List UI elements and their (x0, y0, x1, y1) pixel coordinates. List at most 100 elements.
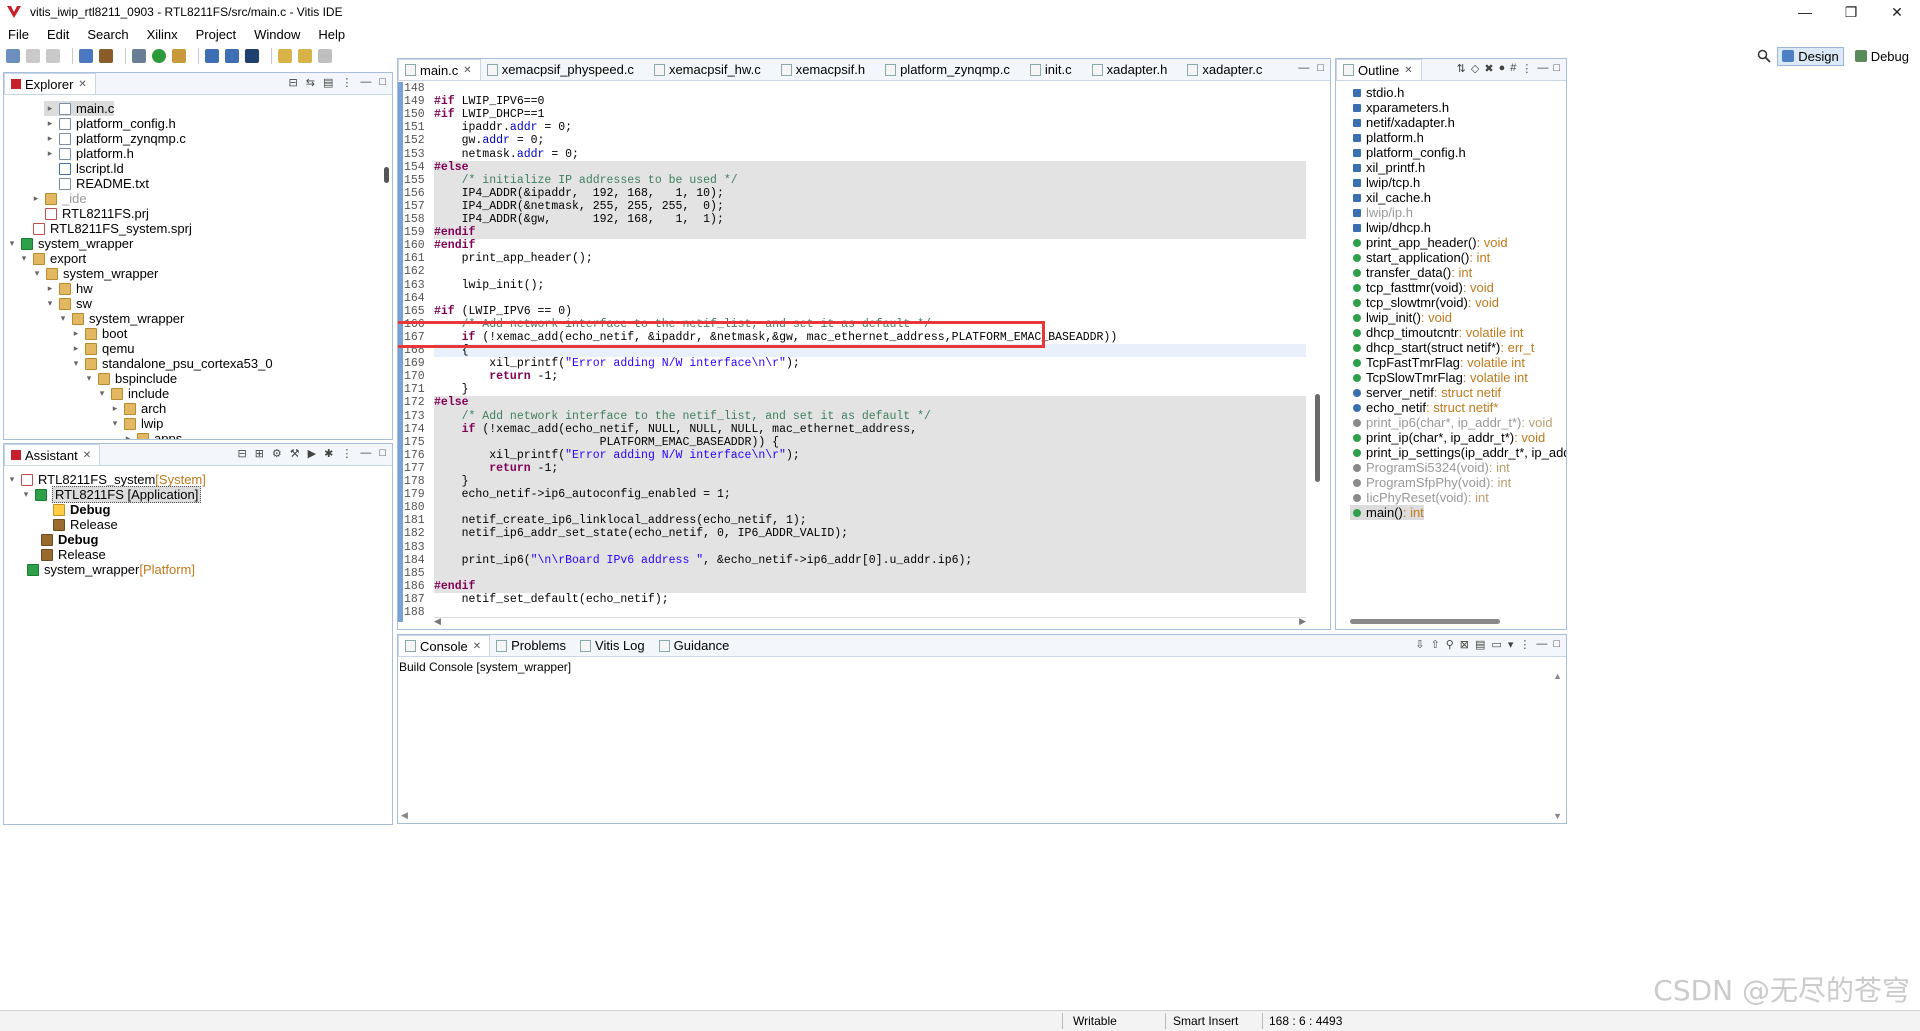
view-menu-icon[interactable]: ⋮ (1521, 62, 1532, 75)
assistant-tree-item[interactable]: Release (38, 517, 118, 532)
outline-item[interactable]: dhcp_timoutcntr : volatile int (1350, 325, 1524, 340)
save-icon[interactable] (26, 49, 40, 63)
hide-nonpublic-icon[interactable]: ● (1499, 62, 1506, 75)
code-line[interactable]: /* initialize IP addresses to be used */ (434, 174, 738, 187)
build-icon[interactable] (79, 49, 93, 63)
close-button[interactable]: ✕ (1874, 0, 1920, 24)
code-line[interactable]: #endif (434, 226, 475, 239)
menu-search[interactable]: Search (87, 27, 128, 42)
previous-edit-icon[interactable] (298, 49, 312, 63)
explorer-tree-item[interactable]: ▸ qemu (70, 341, 135, 356)
tab-assistant[interactable]: Assistant ✕ (4, 444, 101, 465)
expand-toggle-icon[interactable]: ▾ (57, 313, 69, 324)
scroll-left-icon[interactable]: ◀ (434, 616, 441, 627)
outline-horizontal-scrollbar[interactable] (1350, 619, 1500, 624)
scroll-lock-icon[interactable]: ⇩ (1415, 638, 1424, 651)
outline-item[interactable]: tcp_fasttmr(void) : void (1350, 280, 1494, 295)
editor-tab[interactable]: xadapter.h (1086, 59, 1182, 80)
editor-horizontal-scrollbar[interactable]: ◀ ▶ (434, 616, 1306, 627)
expand-toggle-icon[interactable]: ▸ (44, 148, 56, 159)
collapse-all-icon[interactable]: ⊟ (289, 76, 298, 89)
tab-outline[interactable]: Outline ✕ (1336, 59, 1422, 80)
outline-item[interactable]: main() : int (1350, 505, 1424, 520)
code-line[interactable]: lwip_init(); (434, 279, 545, 292)
outline-item[interactable]: lwip/dhcp.h (1350, 220, 1431, 235)
editor-tab[interactable]: xemacpsif.h (775, 59, 879, 80)
code-line[interactable]: } (434, 475, 469, 488)
hide-static-icon[interactable]: ✖ (1484, 62, 1493, 75)
settings-icon[interactable]: ⚙ (272, 447, 282, 460)
status-insert-mode[interactable]: Smart Insert (1173, 1014, 1238, 1028)
maximize-button[interactable]: ❐ (1828, 0, 1874, 24)
back-icon[interactable] (278, 49, 292, 63)
expand-toggle-icon[interactable]: ▸ (30, 193, 42, 204)
code-line[interactable]: print_app_header(); (434, 252, 593, 265)
outline-item[interactable]: xil_cache.h (1350, 190, 1431, 205)
explorer-tree-item[interactable]: README.txt (44, 176, 149, 191)
debug-icon[interactable]: ✱ (324, 447, 333, 460)
maximize-view-icon[interactable]: □ (379, 447, 386, 460)
expand-toggle-icon[interactable]: ▸ (44, 103, 56, 114)
expand-toggle-icon[interactable]: ▸ (122, 433, 134, 439)
outline-item[interactable]: TcpFastTmrFlag : volatile int (1350, 355, 1525, 370)
outline-item[interactable]: lwip/tcp.h (1350, 175, 1420, 190)
code-line[interactable]: IP4_ADDR(&ipaddr, 192, 168, 1, 10); (434, 187, 724, 200)
open-console-icon[interactable]: ▾ (1508, 638, 1514, 651)
link-editor-icon[interactable]: ⇆ (306, 76, 315, 89)
minimize-view-icon[interactable]: — (360, 447, 371, 460)
code-line[interactable]: ipaddr.addr = 0; (434, 121, 572, 134)
expand-toggle-icon[interactable]: ▸ (44, 118, 56, 129)
code-line[interactable]: IP4_ADDR(&gw, 192, 168, 1, 1); (434, 213, 724, 226)
outline-item[interactable]: TcpSlowTmrFlag : volatile int (1350, 370, 1528, 385)
explorer-tree-item[interactable]: lscript.ld (44, 161, 124, 176)
explorer-tree-item[interactable]: ▾ export (18, 251, 86, 266)
design-perspective-button[interactable]: Design (1777, 46, 1844, 66)
expand-toggle-icon[interactable]: ▸ (70, 328, 82, 339)
explorer-tree-item[interactable]: ▸ hw (44, 281, 93, 296)
assistant-tree-item[interactable]: Release (26, 547, 106, 562)
maximize-view-icon[interactable]: □ (379, 76, 386, 89)
program-icon[interactable] (172, 49, 186, 63)
expand-toggle-icon[interactable]: ▾ (109, 418, 121, 429)
minimize-view-icon[interactable]: — (1536, 638, 1547, 651)
expand-toggle-icon[interactable]: ▾ (6, 238, 18, 249)
xsct-icon[interactable] (225, 49, 239, 63)
expand-toggle-icon[interactable]: ▾ (20, 489, 32, 500)
expand-toggle-icon[interactable]: ▸ (44, 133, 56, 144)
console-tab[interactable]: Guidance (653, 635, 738, 656)
assistant-tree-item[interactable]: Debug (38, 502, 110, 517)
assistant-tree-item[interactable]: system_wrapper [Platform] (12, 562, 195, 577)
code-line[interactable]: #if (LWIP_IPV6 == 0) (434, 305, 572, 318)
explorer-tree-item[interactable]: ▾ system_wrapper (57, 311, 185, 326)
close-icon[interactable]: ✕ (78, 79, 86, 90)
code-line[interactable]: #endif (434, 239, 475, 252)
expand-toggle-icon[interactable]: ▾ (18, 253, 30, 264)
outline-item[interactable]: start_application() : int (1350, 250, 1490, 265)
console-output[interactable]: Build Console [system_wrapper] ▲ ▼ ◀ (398, 658, 1566, 823)
explorer-tree-item[interactable]: ▾ system_wrapper (6, 236, 134, 251)
outline-item[interactable]: echo_netif : struct netif* (1350, 400, 1498, 415)
console-tab[interactable]: Problems (490, 635, 574, 656)
outline-item[interactable]: xil_printf.h (1350, 160, 1425, 175)
explorer-tree-item[interactable]: ▾ system_wrapper (31, 266, 159, 281)
explorer-tree-item[interactable]: ▸ boot (70, 326, 128, 341)
outline-item[interactable]: server_netif : struct netif (1350, 385, 1501, 400)
close-icon[interactable]: ✕ (463, 65, 471, 76)
editor-vertical-scrollbar[interactable] (1315, 394, 1320, 482)
run-icon[interactable]: ▶ (308, 447, 316, 460)
minimize-view-icon[interactable]: — (1298, 62, 1309, 74)
expand-all-icon[interactable]: ⊞ (255, 447, 264, 460)
outline-item[interactable]: print_ip6(char*, ip_addr_t*) : void (1350, 415, 1552, 430)
editor-tab[interactable]: platform_zynqmp.c (879, 59, 1024, 80)
maximize-view-icon[interactable]: □ (1317, 62, 1324, 74)
expand-toggle-icon[interactable]: ▸ (44, 283, 56, 294)
code-editor[interactable]: 148 149 #if LWIP_IPV6==0 150 #if LWIP_DHCP==… (398, 82, 1330, 629)
explorer-tree-item[interactable]: ▸ platform_zynqmp.c (44, 131, 186, 146)
expand-toggle-icon[interactable]: ▾ (6, 474, 18, 485)
minimize-button[interactable]: — (1782, 0, 1828, 24)
explorer-tree-item[interactable]: ▸ main.c (44, 101, 115, 116)
outline-item[interactable]: print_ip_settings(ip_addr_t*, ip_addr_t*… (1350, 445, 1566, 460)
outline-item[interactable]: tcp_slowtmr(void) : void (1350, 295, 1499, 310)
hide-fields-icon[interactable]: ◇ (1471, 62, 1479, 75)
code-line[interactable]: return -1; (434, 370, 558, 383)
